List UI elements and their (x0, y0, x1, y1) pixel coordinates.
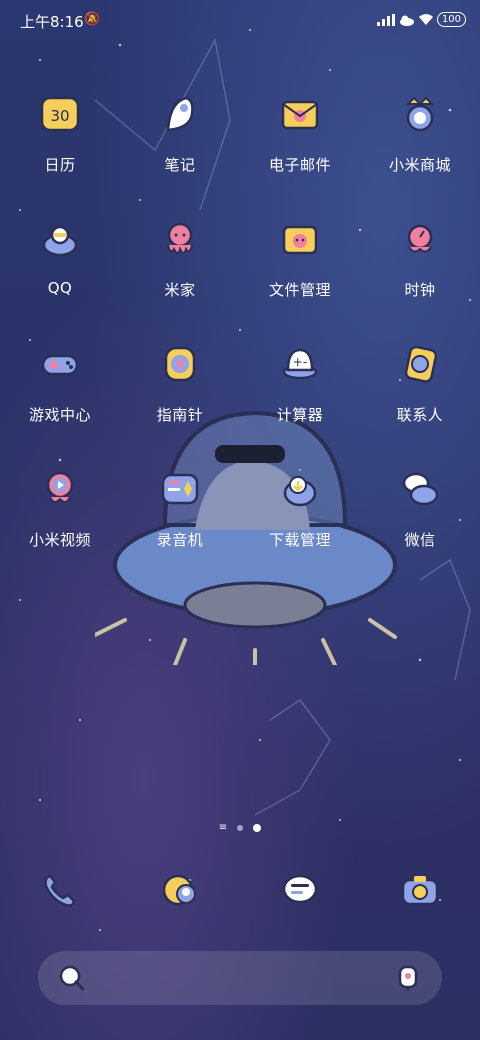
dock-phone[interactable] (0, 868, 120, 918)
app-clock[interactable]: 时钟 (360, 217, 480, 342)
app-calculator[interactable]: +- 计算器 (240, 342, 360, 467)
calendar-day: 30 (50, 107, 69, 125)
app-label: 录音机 (156, 531, 204, 549)
search-bar[interactable] (38, 951, 442, 1005)
file-manager-icon (278, 217, 322, 261)
app-label: 计算器 (276, 406, 324, 424)
app-file-manager[interactable]: 文件管理 (240, 217, 360, 342)
dock (0, 868, 480, 918)
page-indicator[interactable]: ≡ (0, 822, 480, 833)
app-label: 小米视频 (28, 531, 91, 549)
messages-icon (278, 868, 322, 912)
camera-icon (398, 868, 442, 912)
compass-icon (158, 342, 202, 386)
app-label: 微信 (404, 531, 436, 549)
assistant-icon[interactable] (394, 964, 422, 996)
calendar-icon: 30 (38, 92, 82, 136)
app-qq[interactable]: QQ (0, 217, 120, 342)
app-label: 时钟 (404, 281, 436, 299)
app-mi-video[interactable]: 小米视频 (0, 467, 120, 592)
app-email[interactable]: 电子邮件 (240, 92, 360, 217)
app-download-manager[interactable]: 下载管理 (240, 467, 360, 592)
dock-browser[interactable] (120, 868, 240, 918)
status-bar: 上午8:16 🔕 100 (0, 0, 480, 40)
download-manager-icon (278, 467, 322, 511)
bell-off-icon: 🔕 (84, 12, 101, 27)
app-label: 米家 (164, 281, 196, 299)
mi-video-icon (38, 467, 82, 511)
page-dot-active (253, 824, 262, 832)
mijia-icon (158, 217, 202, 261)
menu-lines-icon: ≡ (218, 822, 228, 833)
page-dot (237, 825, 244, 831)
app-label: 游戏中心 (28, 406, 91, 424)
dock-camera[interactable] (360, 868, 480, 918)
app-grid: 30 日历 笔记 电子邮件 小米商城 QQ 米家 文件管理 时钟 游戏中心 指南… (0, 92, 480, 592)
clock-icon (398, 217, 442, 261)
app-mijia[interactable]: 米家 (120, 217, 240, 342)
app-label: 笔记 (164, 156, 196, 174)
phone-icon (38, 868, 82, 912)
search-icon[interactable] (58, 964, 86, 996)
wechat-icon (398, 467, 442, 511)
email-icon (278, 92, 322, 136)
app-recorder[interactable]: 录音机 (120, 467, 240, 592)
status-icons: 100 (376, 12, 466, 27)
app-label: 文件管理 (268, 281, 331, 299)
mi-store-icon (398, 92, 442, 136)
dock-messages[interactable] (240, 868, 360, 918)
recorder-icon (158, 467, 202, 511)
svg-text:+-: +- (293, 355, 307, 369)
app-label: QQ (47, 279, 73, 297)
status-time: 上午8:16 (20, 13, 84, 31)
app-wechat[interactable]: 微信 (360, 467, 480, 592)
app-label: 联系人 (396, 406, 444, 424)
game-center-icon (38, 342, 82, 386)
app-contacts[interactable]: 联系人 (360, 342, 480, 467)
contacts-icon (398, 342, 442, 386)
app-notes[interactable]: 笔记 (120, 92, 240, 217)
wifi-icon (418, 13, 433, 25)
app-label: 下载管理 (268, 531, 331, 549)
battery-indicator: 100 (436, 12, 466, 27)
qq-icon (38, 217, 82, 261)
app-calendar[interactable]: 30 日历 (0, 92, 120, 217)
browser-icon (158, 868, 202, 912)
cloud-icon (399, 15, 414, 26)
signal-icon (376, 13, 395, 26)
app-label: 指南针 (156, 406, 204, 424)
app-game-center[interactable]: 游戏中心 (0, 342, 120, 467)
notes-icon (158, 92, 202, 136)
app-label: 电子邮件 (268, 156, 331, 174)
calculator-icon: +- (278, 342, 322, 386)
app-compass[interactable]: 指南针 (120, 342, 240, 467)
app-label: 小米商城 (388, 156, 451, 174)
app-mi-store[interactable]: 小米商城 (360, 92, 480, 217)
app-label: 日历 (44, 156, 76, 174)
